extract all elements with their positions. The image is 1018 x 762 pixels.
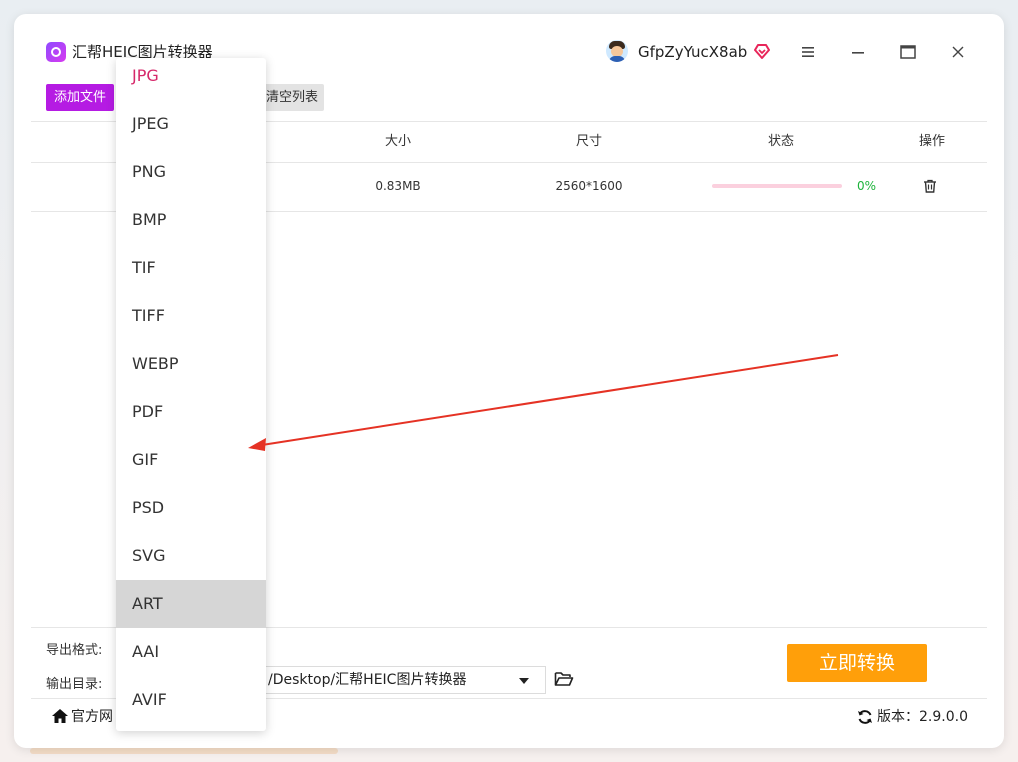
format-option-webp[interactable]: WEBP	[116, 340, 266, 388]
format-option-tiff[interactable]: TIFF	[116, 292, 266, 340]
close-icon	[952, 46, 964, 58]
format-option-avif[interactable]: AVIF	[116, 676, 266, 724]
close-button[interactable]	[946, 40, 970, 64]
folder-open-icon[interactable]	[554, 670, 574, 688]
convert-now-button[interactable]: 立即转换	[787, 644, 927, 682]
format-option-pdf[interactable]: PDF	[116, 388, 266, 436]
chevron-down-icon	[519, 678, 529, 684]
format-option-svg[interactable]: SVG	[116, 532, 266, 580]
app-logo-icon	[46, 42, 66, 62]
progress-bar	[712, 184, 842, 188]
column-header-dimensions: 尺寸	[575, 134, 603, 149]
format-option-tif[interactable]: TIF	[116, 244, 266, 292]
hamburger-menu-icon	[802, 47, 814, 57]
format-option-gif[interactable]: GIF	[116, 436, 266, 484]
home-icon[interactable]	[51, 708, 69, 724]
column-header-status: 状态	[767, 134, 795, 149]
backdrop-window-edge	[30, 748, 338, 754]
format-option-bmp[interactable]: BMP	[116, 196, 266, 244]
progress-percent: 0%	[857, 179, 877, 193]
maximize-button[interactable]	[896, 40, 920, 64]
vip-diamond-icon[interactable]	[753, 42, 771, 60]
format-dropdown-list[interactable]: JPG JPEG PNG BMP TIF TIFF WEBP PDF GIF PSD SVG ART A…	[116, 58, 266, 731]
format-option-jpg[interactable]: JPG	[116, 58, 266, 100]
format-option-psd[interactable]: PSD	[116, 484, 266, 532]
format-option-png[interactable]: PNG	[116, 148, 266, 196]
column-header-size: 大小	[384, 134, 412, 149]
username[interactable]: GfpZyYucX8ab	[638, 42, 747, 62]
refresh-icon[interactable]	[857, 709, 873, 725]
file-size: 0.83MB	[375, 179, 421, 193]
column-header-actions: 操作	[918, 134, 946, 149]
menu-button[interactable]	[796, 40, 820, 64]
format-option-jpeg[interactable]: JPEG	[116, 100, 266, 148]
minimize-icon	[852, 52, 864, 54]
version-label: 版本：2.9.0.0	[877, 709, 968, 725]
trash-icon[interactable]	[922, 178, 938, 194]
minimize-button[interactable]	[846, 40, 870, 64]
add-file-button[interactable]: 添加文件	[46, 84, 114, 111]
maximize-icon	[900, 45, 916, 59]
file-dimensions: 2560*1600	[555, 179, 623, 193]
output-dir-value: /Desktop/汇帮HEIC图片转换器	[268, 672, 467, 688]
format-option-aai[interactable]: AAI	[116, 628, 266, 676]
output-dir-label: 输出目录:	[46, 677, 103, 692]
user-avatar[interactable]	[606, 40, 628, 62]
clear-list-button[interactable]: 清空列表	[260, 84, 324, 111]
export-format-label: 导出格式:	[46, 643, 103, 658]
format-option-art[interactable]: ART	[116, 580, 266, 628]
official-site-link[interactable]: 官方网	[71, 708, 113, 726]
